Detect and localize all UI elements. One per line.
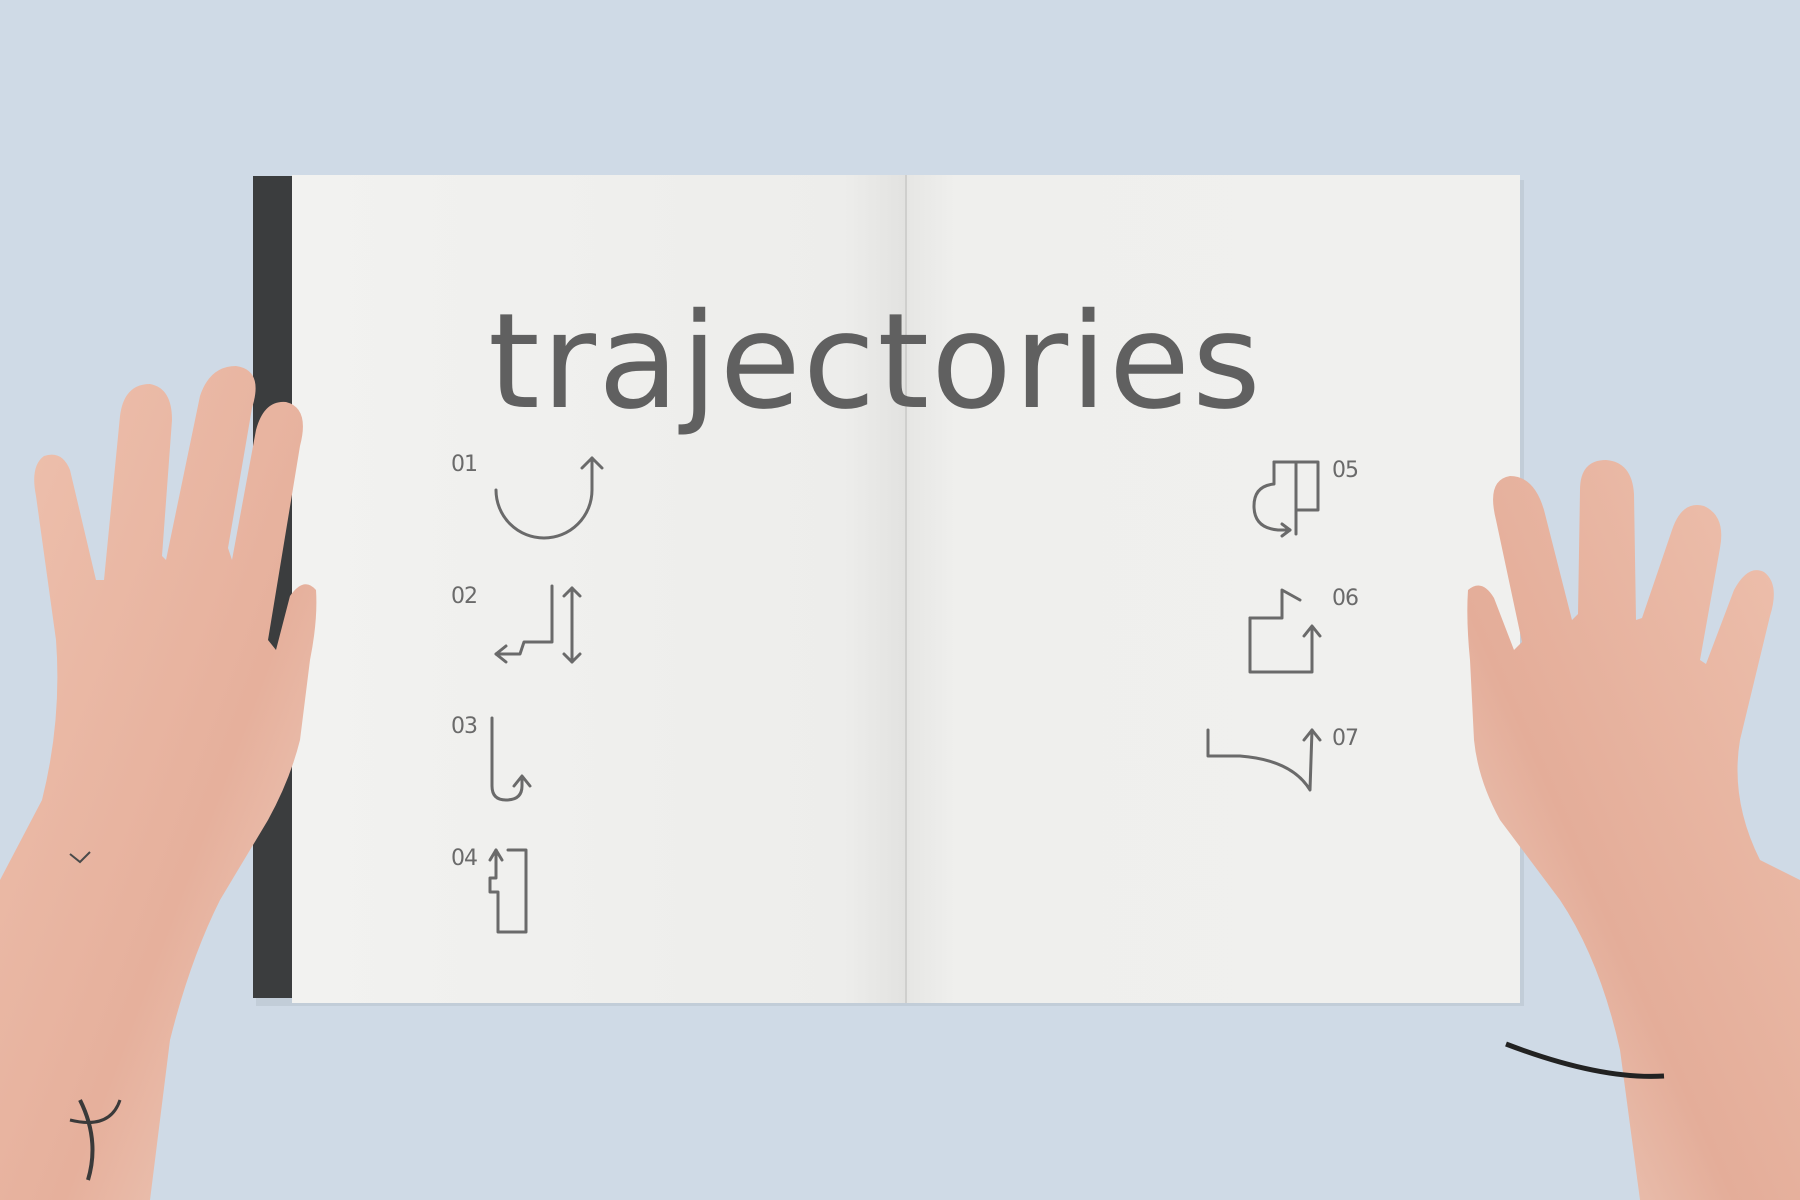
item-number-04: 04 <box>451 846 478 871</box>
booklet-title: trajectories <box>488 285 1263 439</box>
item-number-05: 05 <box>1332 458 1359 483</box>
item-number-02: 02 <box>451 584 478 609</box>
item-number-01: 01 <box>451 452 478 477</box>
photo-scene <box>0 0 1800 1200</box>
item-number-06: 06 <box>1332 586 1359 611</box>
item-number-03: 03 <box>451 714 478 739</box>
item-number-07: 07 <box>1332 726 1359 751</box>
